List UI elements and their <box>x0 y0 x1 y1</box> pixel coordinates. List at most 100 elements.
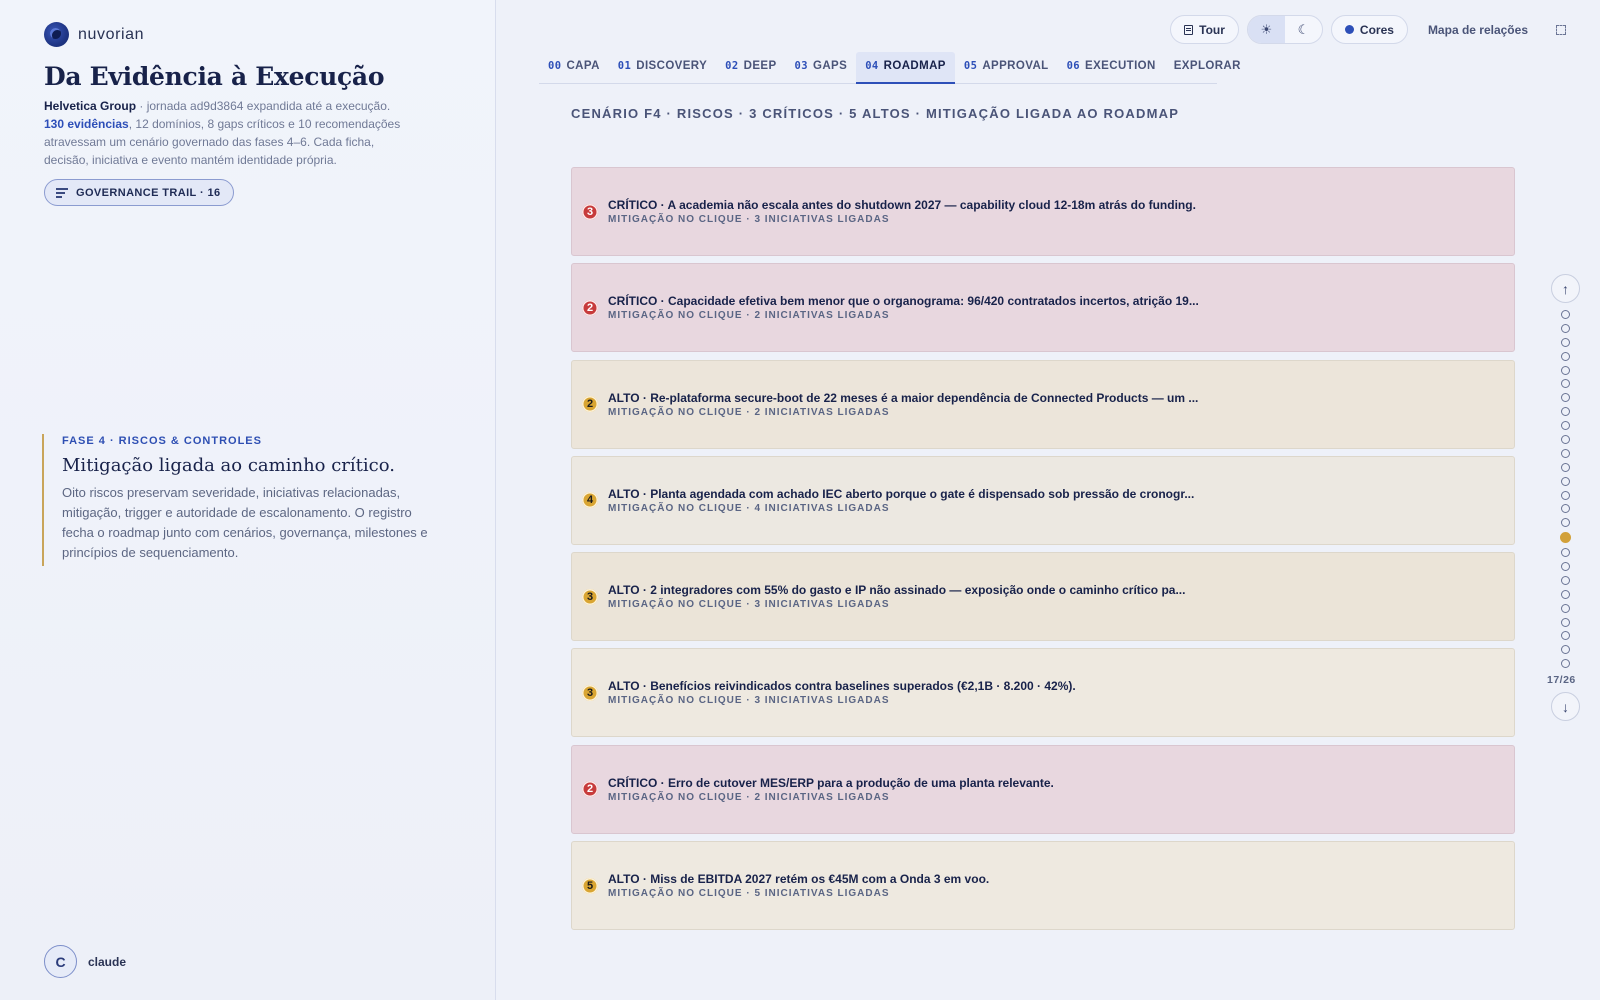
tab-label: ROADMAP <box>883 60 946 72</box>
section-dot[interactable] <box>1561 393 1570 403</box>
section-dot-active[interactable] <box>1560 532 1571 544</box>
brand-name: nuvorian <box>78 25 145 43</box>
section-dot[interactable] <box>1561 462 1570 472</box>
section-dot[interactable] <box>1561 351 1570 361</box>
section-dot[interactable] <box>1561 575 1570 585</box>
relations-map-link[interactable]: Mapa de relações <box>1416 23 1540 37</box>
tab-capa[interactable]: 00 CAPA <box>539 52 609 84</box>
arrow-up-icon: ↑ <box>1562 280 1569 297</box>
risk-text: ALTO · Planta agendada com achado IEC ab… <box>608 487 1514 514</box>
section-dot[interactable] <box>1561 617 1570 627</box>
initiative-count-badge: 3 <box>582 684 598 701</box>
section-dot[interactable] <box>1561 476 1570 486</box>
risk-card[interactable]: 3 ALTO · Benefícios reivindicados contra … <box>571 648 1515 738</box>
scroll-up-button[interactable]: ↑ <box>1551 274 1580 303</box>
section-dot[interactable] <box>1561 379 1570 389</box>
risk-card[interactable]: 2 CRÍTICO · Capacidade efetiva bem menor … <box>571 263 1515 353</box>
risk-card[interactable]: 5 ALTO · Miss de EBITDA 2027 retém os €45… <box>571 841 1515 931</box>
risk-mitigation-note: MITIGAÇÃO NO CLIQUE · 3 INICIATIVAS LIGA… <box>608 599 890 611</box>
tour-button[interactable]: Tour <box>1170 15 1239 44</box>
section-dot[interactable] <box>1561 548 1570 558</box>
arrow-down-icon: ↓ <box>1562 698 1569 715</box>
risk-card[interactable]: 3 CRÍTICO · A academia não escala antes d… <box>571 167 1515 256</box>
list-icon <box>56 188 68 198</box>
tab-explorar[interactable]: EXPLORAR <box>1165 52 1250 84</box>
risk-card[interactable]: 2 ALTO · Re-plataforma secure-boot de 22 … <box>571 359 1515 449</box>
initiative-count-badge: 4 <box>582 492 598 509</box>
section-dot[interactable] <box>1561 589 1570 599</box>
risk-title: CRÍTICO · Capacidade efetiva bem menor q… <box>608 294 1199 309</box>
section-dot[interactable] <box>1561 421 1570 431</box>
colors-label: Cores <box>1359 22 1394 37</box>
user-profile[interactable]: C claude <box>44 945 126 978</box>
section-dot[interactable] <box>1561 562 1570 572</box>
journey-text: · jornada ad9d3864 expandida até a execu… <box>136 99 391 113</box>
tour-label: Tour <box>1199 22 1225 37</box>
colors-button[interactable]: Cores <box>1330 15 1408 44</box>
section-dot[interactable] <box>1561 631 1570 641</box>
section-counter: 17/26 <box>1547 674 1576 687</box>
scenario-heading: CENÁRIO F4 · RISCOS · 3 CRÍTICOS · 5 ALT… <box>571 106 1180 121</box>
tab-gaps[interactable]: 03 GAPS <box>786 52 857 84</box>
section-dot[interactable] <box>1561 365 1570 375</box>
company-name: Helvetica Group <box>44 99 137 113</box>
risk-title: CRÍTICO · A academia não escala antes do… <box>608 198 1196 212</box>
phase-tabs: 00 CAPA 01 DISCOVERY 02 DEEP 03 GAPS 04 ROADMAP 05… <box>539 52 1240 84</box>
risk-text: ALTO · Benefícios reivindicados contra b… <box>608 679 1514 706</box>
section-dot[interactable] <box>1561 448 1570 458</box>
section-dots <box>1560 310 1581 669</box>
tab-execution[interactable]: 06 EXECUTION <box>1058 52 1165 84</box>
tab-number: 01 <box>617 60 632 72</box>
section-rail: ↑ 17/26 ↓ <box>1547 274 1581 722</box>
moon-icon[interactable]: ☾ <box>1285 16 1322 43</box>
avatar: C <box>44 945 77 978</box>
scroll-down-button[interactable]: ↓ <box>1551 692 1580 722</box>
tab-discovery[interactable]: 01 DISCOVERY <box>609 52 716 84</box>
tab-label: EXECUTION <box>1085 60 1156 72</box>
risk-mitigation-note: MITIGAÇÃO NO CLIQUE · 5 INICIATIVAS LIGA… <box>608 888 890 900</box>
risk-title: ALTO · Benefícios reivindicados contra b… <box>608 679 1076 694</box>
risk-text: ALTO · Miss de EBITDA 2027 retém os €45M… <box>608 872 1514 899</box>
fullscreen-icon[interactable] <box>1556 24 1566 35</box>
risk-title: ALTO · 2 integradores com 55% do gasto e… <box>608 583 1186 598</box>
risk-text: ALTO · 2 integradores com 55% do gasto e… <box>608 583 1514 610</box>
tab-label: DISCOVERY <box>636 60 708 72</box>
initiative-count-badge: 5 <box>582 877 598 894</box>
section-dot[interactable] <box>1561 603 1570 613</box>
risk-title: ALTO · Miss de EBITDA 2027 retém os €45M… <box>608 872 990 887</box>
risk-mitigation-note: MITIGAÇÃO NO CLIQUE · 3 INICIATIVAS LIGA… <box>608 695 890 707</box>
tab-approval[interactable]: 05 APPROVAL <box>955 52 1058 84</box>
sun-icon[interactable]: ☀ <box>1247 16 1285 43</box>
tab-number: 00 <box>548 60 562 72</box>
risk-card[interactable]: 3 ALTO · 2 integradores com 55% do gasto … <box>571 552 1515 642</box>
section-dot[interactable] <box>1561 337 1570 347</box>
section-dot[interactable] <box>1561 645 1570 655</box>
risk-card[interactable]: 4 ALTO · Planta agendada com achado IEC a… <box>571 455 1515 545</box>
section-dot[interactable] <box>1561 407 1570 417</box>
left-panel: nuvorian Da Evidência à Execução Helveti… <box>0 0 496 1000</box>
section-dot[interactable] <box>1561 659 1570 669</box>
book-icon <box>1184 24 1194 35</box>
tab-number: 06 <box>1066 60 1081 72</box>
risk-card[interactable]: 2 CRÍTICO · Erro de cutover MES/ERP para … <box>571 744 1515 834</box>
initiative-count-badge: 3 <box>582 203 598 220</box>
section-dot[interactable] <box>1561 504 1570 514</box>
risk-text: CRÍTICO · Erro de cutover MES/ERP para a… <box>608 776 1514 803</box>
tab-number: 02 <box>725 60 739 72</box>
tab-label: CAPA <box>566 60 600 72</box>
risk-title: ALTO · Planta agendada com achado IEC ab… <box>608 486 1195 501</box>
tab-number: 04 <box>865 60 879 72</box>
section-dot[interactable] <box>1561 490 1570 500</box>
risk-list: 3 CRÍTICO · A academia não escala antes d… <box>571 167 1515 937</box>
governance-trail-button[interactable]: GOVERNANCE TRAIL · 16 <box>44 179 234 206</box>
risk-mitigation-note: MITIGAÇÃO NO CLIQUE · 3 INICIATIVAS LIGA… <box>608 214 890 225</box>
section-dot[interactable] <box>1561 518 1570 528</box>
section-dot[interactable] <box>1561 323 1570 333</box>
tab-roadmap[interactable]: 04 ROADMAP <box>856 52 955 84</box>
section-dot[interactable] <box>1561 310 1570 319</box>
tab-deep[interactable]: 02 DEEP <box>716 52 785 84</box>
risk-text: CRÍTICO · Capacidade efetiva bem menor q… <box>608 294 1514 321</box>
brand[interactable]: nuvorian <box>44 22 144 47</box>
phase-title: Mitigação ligada ao caminho crítico. <box>62 455 395 476</box>
section-dot[interactable] <box>1561 435 1570 445</box>
